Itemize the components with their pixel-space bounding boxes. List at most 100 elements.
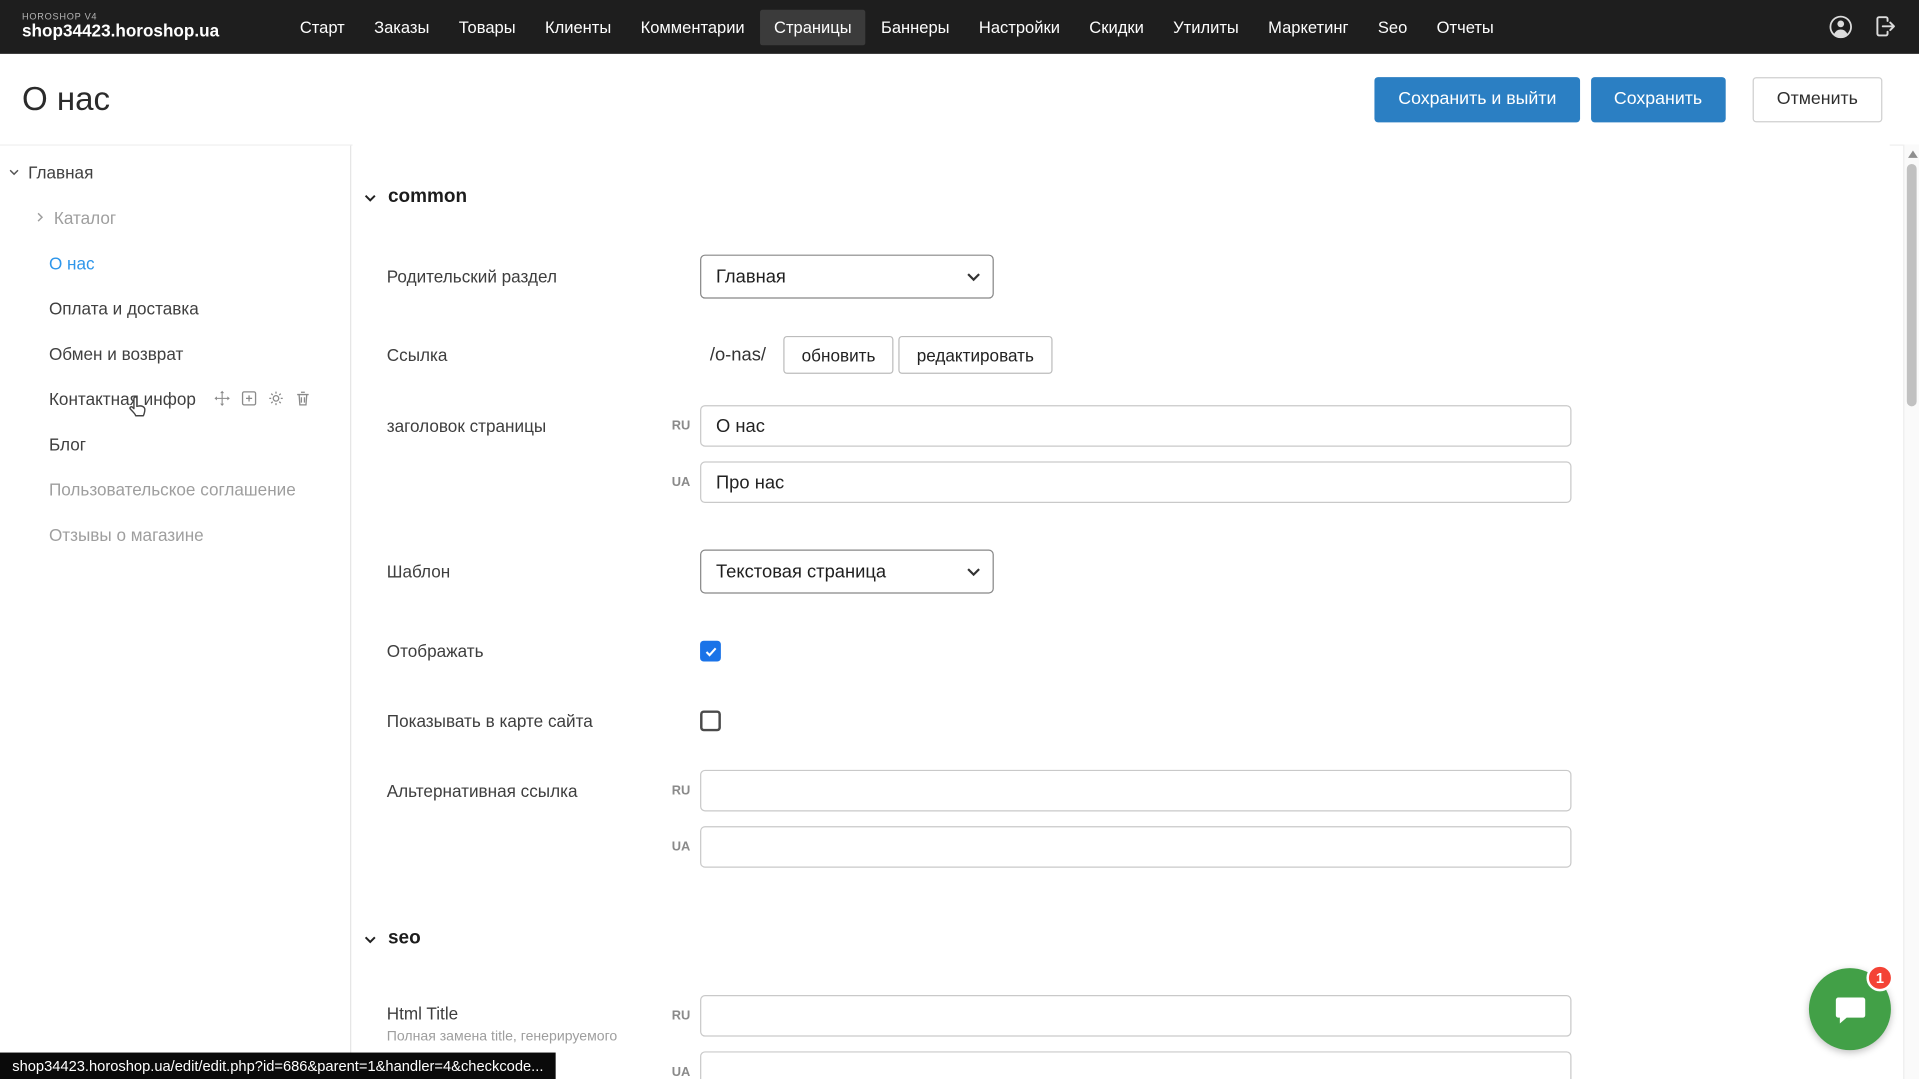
checkmark-icon — [703, 644, 718, 659]
sidebar-item-label: Обмен и возврат — [49, 343, 183, 363]
field-label: Ссылка — [387, 345, 448, 365]
nav-item-settings[interactable]: Настройки — [965, 9, 1073, 44]
row-page-title-ru: заголовок страницы RU — [352, 405, 1889, 447]
link-status-bar: shop34423.horoshop.ua/edit/edit.php?id=6… — [0, 1053, 556, 1079]
alt-link-ru-input[interactable] — [700, 770, 1571, 812]
sidebar-item-exchange-return[interactable]: Обмен и возврат — [0, 330, 350, 375]
nav-item-marketing[interactable]: Маркетинг — [1255, 9, 1362, 44]
page-edit-form: common Родительский раздел Главная Ссылк… — [352, 144, 1889, 1079]
sidebar-item-home[interactable]: Главная — [0, 149, 350, 194]
template-select[interactable]: Текстовая страница — [700, 550, 994, 594]
parent-section-select[interactable]: Главная — [700, 255, 994, 299]
sidebar-item-label: Контактная инфор — [49, 389, 196, 409]
lang-tag-ua: UA — [646, 475, 690, 490]
sidebar-item-label: Каталог — [54, 207, 116, 227]
row-sitemap: Показывать в карте сайта — [352, 700, 1889, 742]
page-title: О нас — [22, 80, 110, 118]
display-checkbox[interactable] — [700, 641, 721, 662]
sidebar-item-user-agreement[interactable]: Пользовательское соглашение — [0, 466, 350, 511]
field-label: Альтернативная ссылка — [387, 781, 578, 801]
chevron-down-icon[interactable] — [7, 165, 22, 178]
field-label: заголовок страницы — [387, 416, 546, 436]
settings-gear-icon[interactable] — [267, 389, 285, 407]
chat-widget-button[interactable]: 1 — [1809, 968, 1891, 1050]
section-title: seo — [388, 928, 421, 950]
field-label: Показывать в карте сайта — [387, 711, 593, 731]
field-label: Шаблон — [387, 562, 450, 582]
sidebar-item-label: Оплата и доставка — [49, 298, 199, 318]
row-html-title-ru: RU — [352, 995, 1889, 1037]
sidebar-item-label: Главная — [28, 162, 93, 182]
main-nav: Старт Заказы Товары Клиенты Комментарии … — [286, 9, 1507, 44]
row-page-title-ua: UA — [352, 461, 1889, 503]
nav-item-utilities[interactable]: Утилиты — [1160, 9, 1253, 44]
html-title-ua-input[interactable] — [700, 1051, 1571, 1079]
delete-trash-icon[interactable] — [294, 389, 312, 407]
sidebar-item-catalog[interactable]: Каталог — [0, 195, 350, 240]
sidebar-item-label: Отзывы о магазине — [49, 524, 204, 544]
select-value: Текстовая страница — [716, 561, 886, 582]
chevron-down-icon — [362, 931, 378, 947]
sidebar-item-payment-delivery[interactable]: Оплата и доставка — [0, 285, 350, 330]
row-html-title-ua: UA — [352, 1051, 1889, 1079]
add-subpage-icon[interactable] — [240, 389, 258, 407]
edit-link-button[interactable]: редактировать — [898, 336, 1052, 374]
pages-tree-sidebar: Главная Каталог О нас Оплата и доставка … — [0, 146, 351, 1079]
alt-link-ua-input[interactable] — [700, 826, 1571, 868]
nav-item-seo[interactable]: Seo — [1364, 9, 1420, 44]
field-label: Отображать — [387, 641, 484, 661]
nav-item-products[interactable]: Товары — [445, 9, 529, 44]
nav-item-start[interactable]: Старт — [286, 9, 358, 44]
lang-tag-ua: UA — [646, 1065, 690, 1079]
nav-item-pages[interactable]: Страницы — [761, 9, 866, 44]
horoshop-admin-app: HOROSHOP V4 shop34423.horoshop.ua Старт … — [0, 0, 1919, 1079]
lang-tag-ua: UA — [646, 840, 690, 855]
page-title-ua-input[interactable] — [700, 461, 1571, 503]
nav-item-banners[interactable]: Баннеры — [868, 9, 963, 44]
select-value: Главная — [716, 266, 786, 287]
nav-item-discounts[interactable]: Скидки — [1076, 9, 1157, 44]
row-display: Отображать — [352, 630, 1889, 672]
sidebar-item-blog[interactable]: Блог — [0, 421, 350, 466]
chevron-down-icon — [967, 567, 980, 576]
sidebar-item-label: Пользовательское соглашение — [49, 479, 296, 499]
scrollbar-thumb[interactable] — [1907, 164, 1917, 406]
sidebar-item-store-reviews[interactable]: Отзывы о магазине — [0, 512, 350, 557]
html-title-ru-input[interactable] — [700, 995, 1571, 1037]
move-icon[interactable] — [213, 389, 231, 407]
vertical-scrollbar[interactable] — [1903, 144, 1919, 1079]
row-link: Ссылка /o-nas/ обновить редактировать — [352, 334, 1889, 376]
nav-item-clients[interactable]: Клиенты — [531, 9, 624, 44]
nav-item-comments[interactable]: Комментарии — [627, 9, 758, 44]
logout-icon[interactable] — [1873, 13, 1900, 40]
scroll-up-arrow[interactable] — [1908, 151, 1918, 158]
nav-item-reports[interactable]: Отчеты — [1423, 9, 1507, 44]
sidebar-item-about[interactable]: О нас — [0, 240, 350, 285]
lang-tag-ru: RU — [646, 1008, 690, 1023]
refresh-link-button[interactable]: обновить — [783, 336, 894, 374]
topbar: HOROSHOP V4 shop34423.horoshop.ua Старт … — [0, 0, 1919, 54]
chevron-right-icon[interactable] — [33, 211, 48, 224]
brand[interactable]: HOROSHOP V4 shop34423.horoshop.ua — [22, 12, 264, 41]
sitemap-checkbox[interactable] — [700, 710, 721, 731]
sidebar-item-contact-info[interactable]: Контактная инфор — [0, 376, 350, 421]
section-common-toggle[interactable]: common — [362, 186, 467, 208]
cancel-button[interactable]: Отменить — [1752, 76, 1882, 121]
row-alt-link-ua: UA — [352, 826, 1889, 868]
topbar-icons — [1827, 13, 1899, 40]
tree-item-actions — [213, 389, 312, 407]
page-title-ru-input[interactable] — [700, 405, 1571, 447]
brand-domain: shop34423.horoshop.ua — [22, 23, 264, 42]
row-template: Шаблон Текстовая страница — [352, 550, 1889, 594]
link-path: /o-nas/ — [710, 345, 766, 366]
page-header: О нас Сохранить и выйти Сохранить Отмени… — [0, 54, 1919, 145]
save-and-exit-button[interactable]: Сохранить и выйти — [1375, 76, 1580, 121]
field-label: Родительский раздел — [387, 267, 557, 287]
chevron-down-icon — [967, 272, 980, 281]
account-icon[interactable] — [1827, 13, 1854, 40]
save-button[interactable]: Сохранить — [1591, 76, 1726, 121]
nav-item-orders[interactable]: Заказы — [361, 9, 443, 44]
chat-bubble-icon — [1832, 991, 1869, 1028]
section-seo-toggle[interactable]: seo — [362, 928, 420, 950]
sidebar-item-label: О нас — [49, 253, 95, 273]
